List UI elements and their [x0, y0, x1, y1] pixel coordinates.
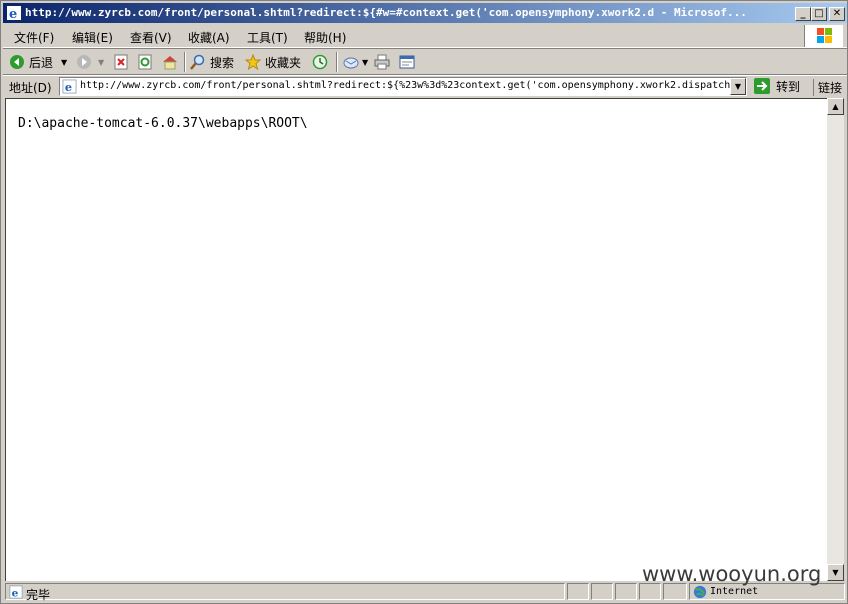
mail-dropdown-icon[interactable]: ▼ [362, 58, 368, 67]
favorites-button[interactable]: 收藏夹 [245, 53, 301, 71]
windows-logo [804, 25, 843, 47]
forward-button[interactable]: ▼ [76, 53, 104, 71]
browser-window: e http://www.zyrcb.com/front/personal.sh… [0, 0, 848, 604]
scroll-up-icon[interactable]: ▲ [827, 98, 844, 115]
back-button[interactable]: 后退 ▼ [9, 53, 67, 71]
refresh-icon [138, 54, 152, 70]
edit-button[interactable] [399, 53, 415, 71]
favorites-label: 收藏夹 [265, 55, 302, 70]
status-text: 完毕 [26, 588, 51, 602]
forward-dropdown-icon[interactable]: ▼ [98, 58, 104, 67]
menu-tools[interactable]: 工具(T) [247, 29, 288, 46]
address-bar: 地址(D) e http://www.zyrcb.com/front/perso… [3, 74, 847, 99]
stop-icon [114, 54, 128, 70]
page-content: D:\apache-tomcat-6.0.37\webapps\ROOT\ [5, 98, 827, 581]
history-icon [312, 54, 328, 70]
address-label: 地址(D) [9, 81, 52, 95]
menu-help[interactable]: 帮助(H) [304, 29, 346, 46]
address-input[interactable]: e http://www.zyrcb.com/front/personal.sh… [59, 77, 747, 96]
status-main: e 完毕 [5, 583, 565, 602]
address-dropdown-icon[interactable]: ▼ [730, 78, 746, 95]
windows-flag-icon [817, 28, 832, 43]
toolbar-separator [336, 52, 338, 72]
back-label: 后退 [29, 55, 54, 70]
edit-page-icon [399, 55, 415, 69]
home-button[interactable] [161, 53, 179, 71]
watermark: www.wooyun.org [642, 562, 822, 586]
print-icon [374, 54, 390, 70]
status-pane [615, 583, 637, 600]
mail-icon [343, 57, 359, 69]
vertical-scrollbar[interactable]: ▲ ▼ [827, 98, 844, 581]
history-button[interactable] [312, 53, 328, 71]
zone-text: Internet [710, 586, 759, 597]
mail-button[interactable]: ▼ [343, 53, 368, 71]
svg-text:e: e [12, 587, 19, 599]
page-ie-icon: e [62, 79, 77, 94]
svg-text:e: e [9, 7, 17, 21]
menu-view[interactable]: 查看(V) [130, 29, 172, 46]
close-button[interactable]: ✕ [829, 7, 845, 21]
search-button[interactable]: 搜索 [190, 53, 234, 71]
links-button[interactable]: 链接 [813, 79, 842, 96]
internet-globe-icon [693, 585, 707, 599]
maximize-button[interactable]: □ [811, 7, 827, 21]
scroll-down-icon[interactable]: ▼ [827, 564, 844, 581]
window-title: http://www.zyrcb.com/front/personal.shtm… [25, 6, 747, 19]
svg-text:e: e [65, 80, 72, 94]
address-url[interactable]: http://www.zyrcb.com/front/personal.shtm… [80, 80, 736, 91]
home-icon [163, 56, 177, 70]
page-status-icon: e [9, 585, 23, 599]
go-arrow-icon [754, 78, 770, 94]
forward-arrow-icon [77, 55, 91, 69]
content-text: D:\apache-tomcat-6.0.37\webapps\ROOT\ [18, 116, 308, 131]
search-icon [190, 54, 205, 70]
status-pane [567, 583, 589, 600]
status-pane [591, 583, 613, 600]
standard-toolbar: 后退 ▼ ▼ 搜索 收藏夹 ▼ [3, 48, 847, 76]
minimize-button[interactable]: _ [795, 7, 811, 21]
title-bar[interactable]: e http://www.zyrcb.com/front/personal.sh… [3, 3, 847, 23]
go-button[interactable]: 转到 [753, 77, 800, 95]
refresh-button[interactable] [137, 53, 153, 71]
back-dropdown-icon[interactable]: ▼ [61, 58, 67, 67]
go-label: 转到 [776, 79, 801, 94]
back-arrow-icon [10, 55, 24, 69]
search-label: 搜索 [210, 55, 235, 70]
ie-icon: e [7, 6, 21, 21]
print-button[interactable] [374, 53, 390, 71]
toolbar-separator [184, 52, 186, 72]
stop-button[interactable] [113, 53, 129, 71]
favorites-star-icon [245, 54, 261, 70]
menu-favorites[interactable]: 收藏(A) [188, 29, 230, 46]
menu-edit[interactable]: 编辑(E) [72, 29, 113, 46]
menu-bar: 文件(F) 编辑(E) 查看(V) 收藏(A) 工具(T) 帮助(H) [3, 25, 847, 48]
menu-file[interactable]: 文件(F) [14, 29, 54, 46]
